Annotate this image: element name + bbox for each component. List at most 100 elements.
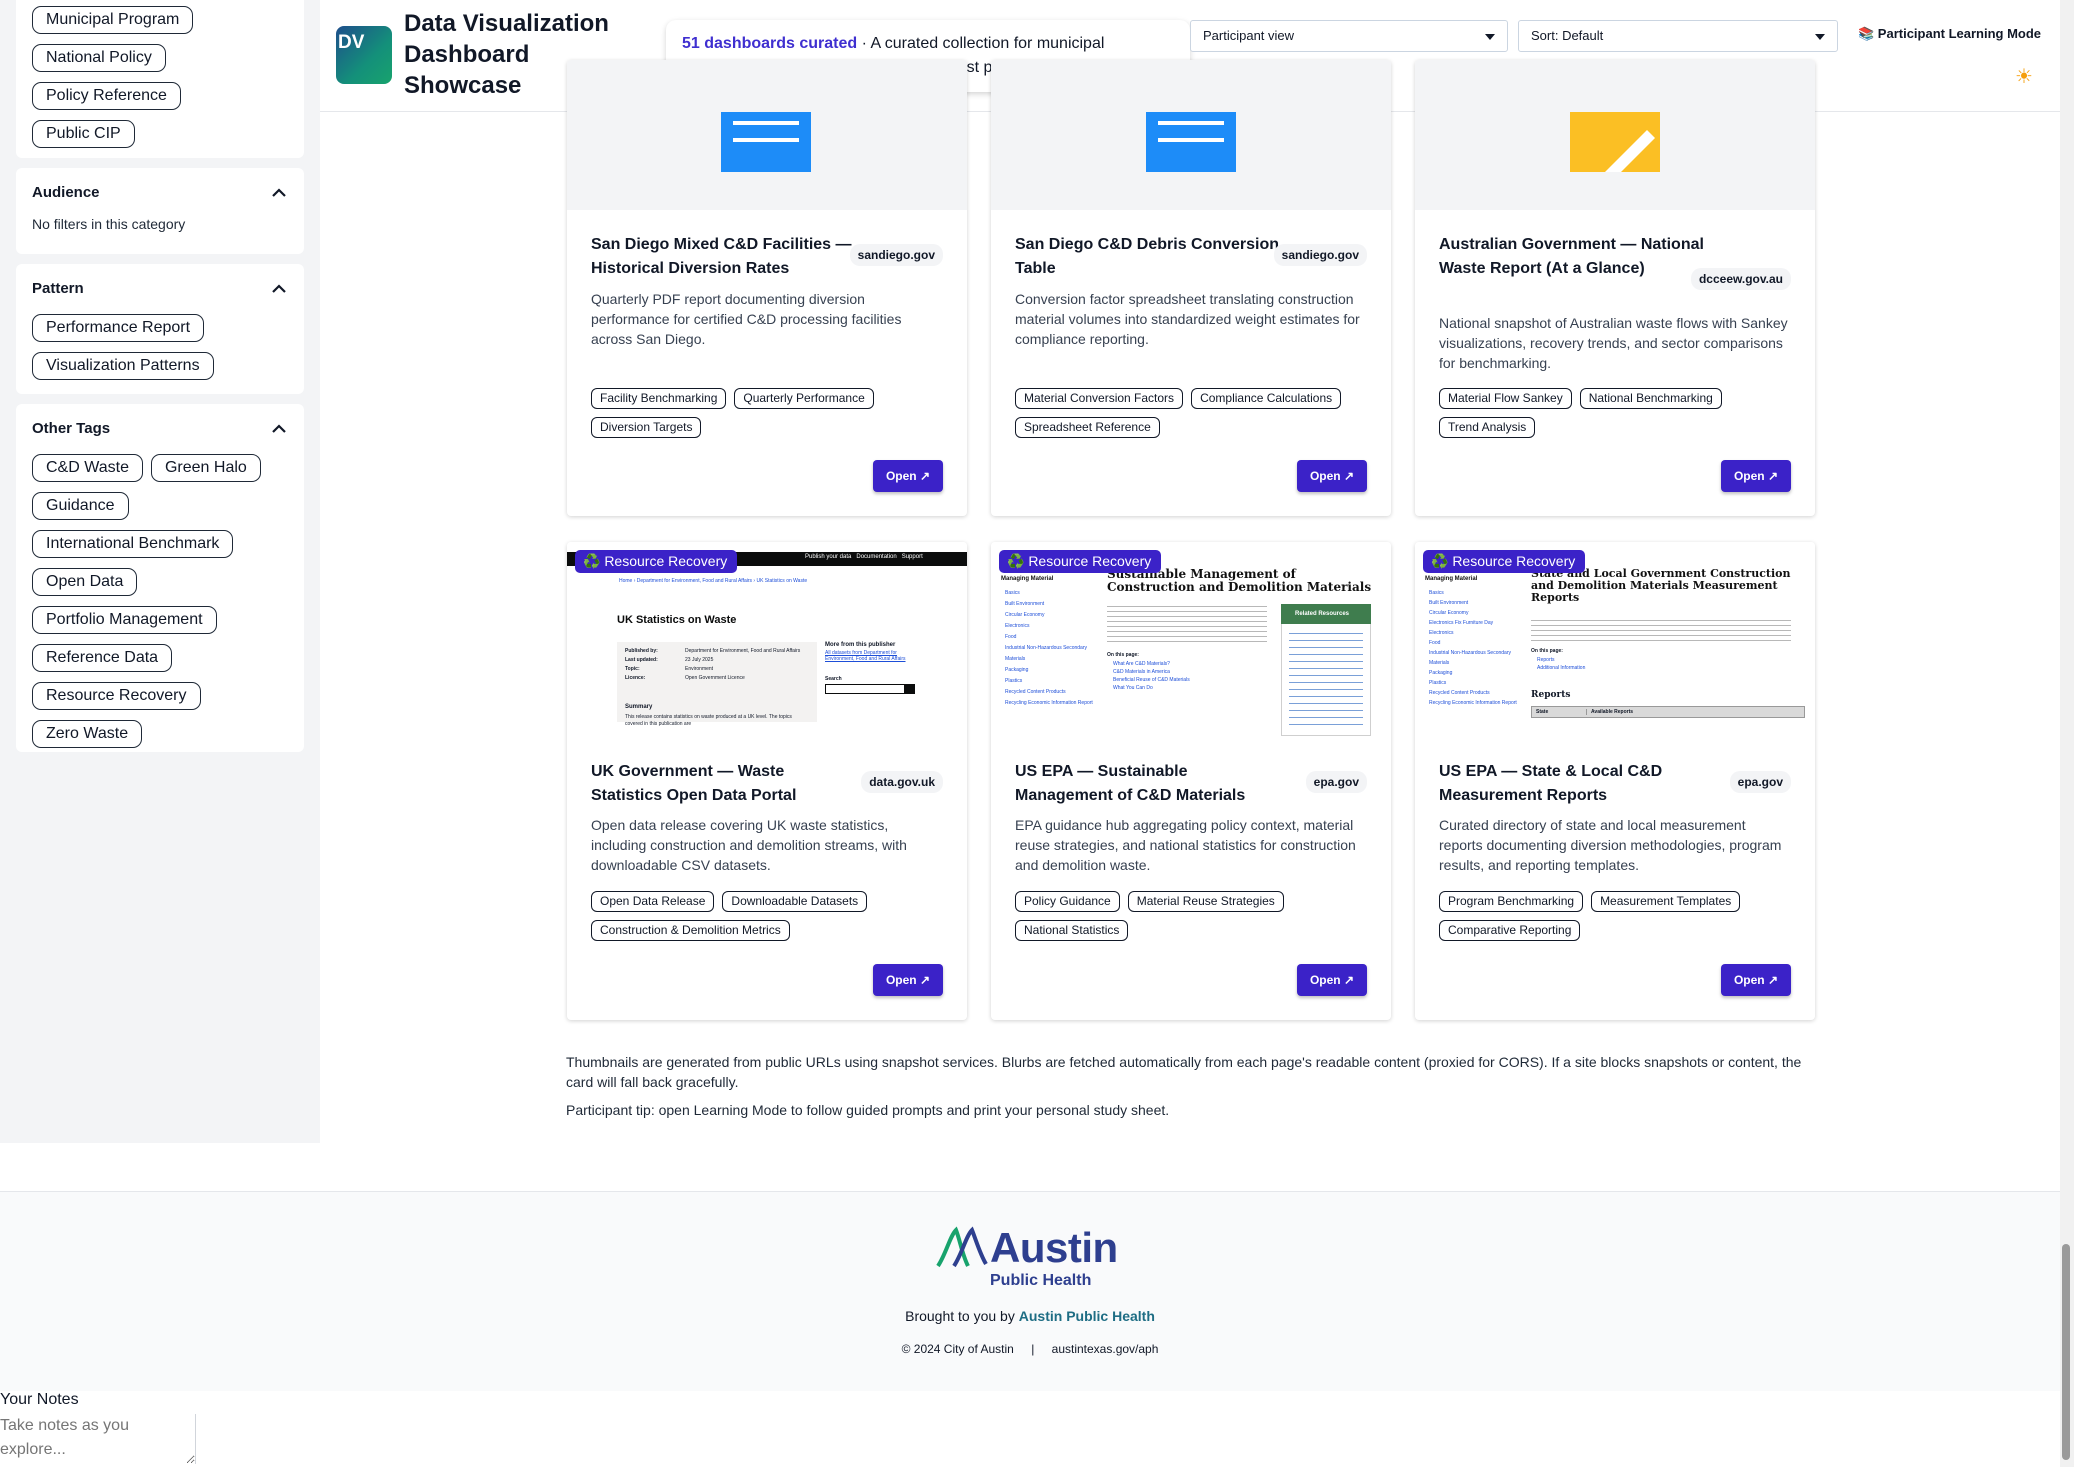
aph-mark-icon [936,1226,988,1268]
other-tags-label: Other Tags [32,419,111,437]
filter-chip[interactable]: Public CIP [32,120,135,148]
pattern-header[interactable]: Pattern [32,276,288,300]
resource-recovery-badge: ♻️ Resource Recovery [999,550,1162,573]
chevron-up-icon[interactable] [270,279,288,297]
view-select[interactable]: Participant view [1190,20,1508,52]
filter-chip[interactable]: Performance Report [32,314,205,342]
card-blurb: Curated directory of state and local mea… [1439,817,1782,873]
thumb-page-label: On this page: [1107,652,1139,658]
card-tag: National Statistics [1015,920,1129,941]
card-tag: National Benchmarking [1579,388,1722,409]
thumb-link: Electronics [1429,630,1454,636]
filter-chip[interactable]: Open Data [32,568,138,596]
filter-chip[interactable]: C&D Waste [32,454,143,482]
filter-chip[interactable]: Portfolio Management [32,606,217,634]
thumbnail-note: Thumbnails are generated from public URL… [566,1054,1802,1090]
card-blurb: Quarterly PDF report documenting diversi… [591,291,902,347]
card-tag: Trend Analysis [1439,417,1536,438]
chevron-up-icon[interactable] [270,419,288,437]
pattern-chip-list: Performance Report Visualization Patterns [32,314,288,380]
thumb-search-label: Search [825,676,842,682]
separator: | [1031,1342,1035,1356]
thumb-link: What You Can Do [1113,685,1153,691]
copyright-text: © 2024 City of Austin [901,1342,1014,1356]
card-tag: Comparative Reporting [1439,920,1581,941]
thumb-meta-row: Topic: Environment [625,666,815,673]
thumb-meta-key: Published by: [625,648,658,654]
thumb-link: Reports [1537,657,1555,663]
filter-chip[interactable]: Resource Recovery [32,682,201,710]
thumb-meta-key: Topic: [625,666,640,672]
austin-public-health-link[interactable]: Austin Public Health [1019,1308,1155,1324]
thumb-nav-text: Publish your data Documentation Support [805,554,923,560]
open-dashboard-button[interactable]: Open ↗ [1721,964,1791,996]
dashboard-card: San Diego C&D Debris Conversion Table sa… [991,60,1391,516]
filter-sidebar: Municipal Program National Policy Policy R… [0,0,320,1143]
filter-chip[interactable]: Reference Data [32,644,173,672]
chart-icon [1570,112,1660,172]
card-thumbnail [991,60,1391,210]
card-thumbnail: Publish your data Documentation Support … [567,542,967,736]
document-icon [1146,112,1236,172]
filter-panel-pattern: Pattern Performance Report Visualization … [16,264,304,394]
filter-chip[interactable]: Policy Reference [32,82,181,110]
resource-recovery-badge: ♻️ Resource Recovery [575,550,738,573]
thumb-col-state: State [1536,709,1549,715]
thumb-link: Plastics [1005,678,1023,684]
scrollbar-thumb[interactable] [2062,1244,2070,1460]
card-tag-list: Material Conversion Factors Compliance Ca… [1015,388,1375,438]
filter-chip[interactable]: Zero Waste [32,720,143,748]
card-blurb: Open data release covering UK waste stat… [591,817,907,873]
open-dashboard-button[interactable]: Open ↗ [1721,460,1791,492]
thumb-meta-value: 23 July 2025 [685,657,714,663]
sort-select[interactable]: Sort: Default [1518,20,1838,52]
learning-mode-button[interactable]: 📚 Participant Learning Mode [1858,26,2041,42]
card-tag: Quarterly Performance [734,388,874,409]
thumb-meta-value: Open Government Licence [685,675,745,681]
sun-icon[interactable]: ☀ [2015,64,2033,89]
card-blurb: EPA guidance hub aggregating policy cont… [1015,817,1356,873]
thumb-meta-value: Environment [685,666,714,672]
thumb-link: What Are C&D Materials? [1113,661,1170,667]
other-tags-header[interactable]: Other Tags [32,416,288,440]
filter-chip[interactable]: National Policy [32,44,166,72]
dashboard-card: Managing Material Basics Built Environmen… [1415,542,1815,1020]
thumb-more-link: All datasets from Department for Environ… [825,650,906,662]
filter-chip[interactable]: Municipal Program [32,6,194,34]
document-icon [721,112,811,172]
filter-chip[interactable]: Visualization Patterns [32,352,214,380]
filter-chip[interactable]: International Benchmark [32,530,234,558]
chevron-up-icon[interactable] [270,183,288,201]
card-tag: Downloadable Datasets [722,891,868,912]
caret-down-icon [1485,34,1495,40]
filter-chip[interactable]: Guidance [32,492,129,520]
copyright-line: © 2024 City of Austin | austintexas.gov/… [0,1342,2060,1356]
thumb-meta-row: Licence: Open Government Licence [625,675,815,682]
thumb-link: Built Environment [1005,601,1045,607]
filter-chip[interactable]: Green Halo [150,454,261,482]
thumb-side-head: Managing Material [1001,576,1054,582]
thumb-heading: State and Local Government Construction … [1531,567,1791,604]
dashboard-card: Publish your data Documentation Support … [567,542,967,1020]
search-icon [905,684,915,694]
thumb-heading: UK Statistics on Waste [617,614,737,626]
open-dashboard-button[interactable]: Open ↗ [1297,460,1367,492]
thumb-page-label: On this page: [1531,648,1563,654]
audience-header[interactable]: Audience [32,180,288,204]
audience-empty-note: No filters in this category [32,216,186,232]
thumb-link: Electronics Fix Furniture Day [1429,620,1494,626]
notes-textarea[interactable] [0,1414,196,1464]
open-dashboard-button[interactable]: Open ↗ [873,460,943,492]
open-dashboard-button[interactable]: Open ↗ [873,964,943,996]
thumb-link: Additional Information [1537,665,1586,671]
thumb-meta-key: Licence: [625,675,646,681]
card-title: US EPA — Sustainable Management of C&D M… [1015,763,1246,804]
thumb-reports-heading: Reports [1531,690,1571,700]
card-tag: Diversion Targets [591,417,702,438]
thumb-link: Circular Economy [1429,610,1469,616]
thumb-body-lines [1531,618,1791,642]
card-thumbnail [1415,60,1815,210]
open-dashboard-button[interactable]: Open ↗ [1297,964,1367,996]
card-title: Australian Government — National Waste R… [1439,236,1704,277]
site-link[interactable]: austintexas.gov/aph [1052,1342,1159,1356]
